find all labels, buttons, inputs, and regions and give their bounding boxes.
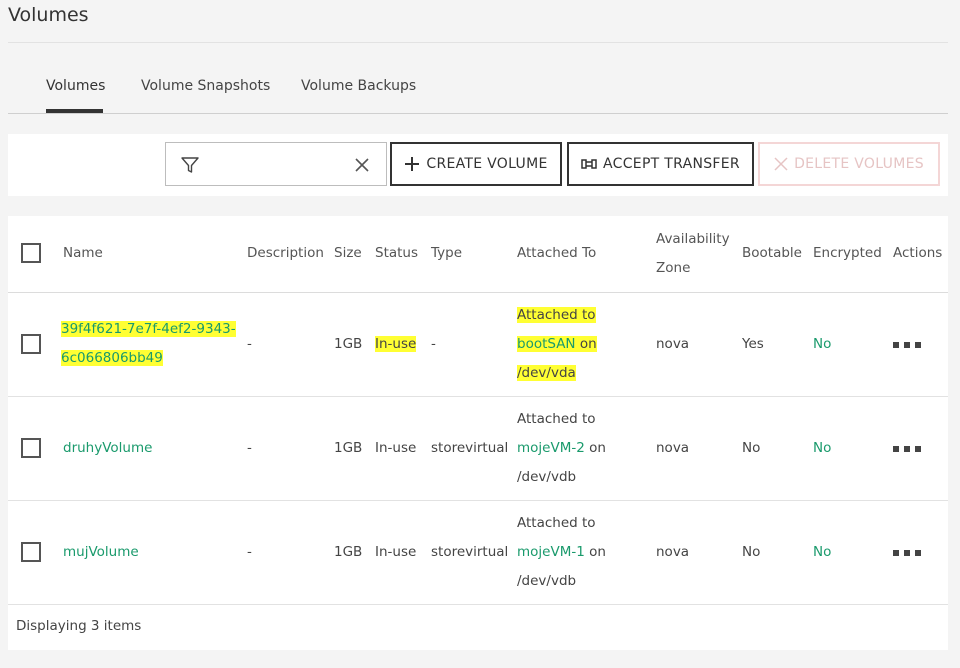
cell-size: 1GB xyxy=(334,335,363,352)
cell-type: - xyxy=(431,335,436,352)
attached-vm-link[interactable]: mojeVM-1 xyxy=(517,544,585,560)
cell-availability-zone: nova xyxy=(656,335,690,352)
table-row: druhyVolume - 1GB In-use storevirtual At… xyxy=(8,396,948,500)
header-bootable[interactable]: Bootable xyxy=(742,216,813,292)
header-name[interactable]: Name xyxy=(51,216,247,292)
header-encrypted[interactable]: Encrypted xyxy=(813,216,893,292)
tab-volumes[interactable]: Volumes xyxy=(46,78,105,94)
accept-transfer-label: ACCEPT TRANSFER xyxy=(603,156,740,172)
filter-icon xyxy=(181,157,199,173)
delete-volumes-button[interactable]: DELETE VOLUMES xyxy=(758,142,940,186)
cell-type: storevirtual xyxy=(431,543,509,560)
header-size[interactable]: Size xyxy=(334,216,375,292)
plus-icon xyxy=(405,157,420,171)
page-title: Volumes xyxy=(8,4,89,26)
attached-on: on xyxy=(575,335,597,352)
attached-vm-link[interactable]: bootSAN xyxy=(517,336,576,352)
cell-size: 1GB xyxy=(334,543,363,560)
header-availability-zone[interactable]: Availability Zone xyxy=(656,216,742,292)
cell-encrypted: No xyxy=(813,543,832,560)
search-box xyxy=(165,142,387,186)
cell-description: - xyxy=(247,543,252,560)
row-checkbox[interactable] xyxy=(21,541,41,562)
header-type[interactable]: Type xyxy=(431,216,517,292)
attached-device: /dev/vda xyxy=(517,364,576,381)
attached-device: /dev/vdb xyxy=(517,468,577,485)
cell-status: In-use xyxy=(375,543,417,560)
delete-volumes-label: DELETE VOLUMES xyxy=(794,156,924,172)
header-status[interactable]: Status xyxy=(375,216,431,292)
row-checkbox[interactable] xyxy=(21,437,41,458)
cell-type: storevirtual xyxy=(431,439,509,456)
volume-name-link[interactable]: 39f4f621-7e7f-4ef2-9343- 6c066806bb49 xyxy=(61,321,236,366)
item-count: Displaying 3 items xyxy=(16,618,142,634)
tab-volume-backups[interactable]: Volume Backups xyxy=(301,78,416,94)
cell-attached-to: Attached to mojeVM-1 on /dev/vdb xyxy=(517,500,656,604)
attached-vm-link[interactable]: mojeVM-2 xyxy=(517,440,585,456)
active-tab-indicator xyxy=(46,109,103,113)
delete-x-icon xyxy=(774,157,788,171)
cell-attached-to: Attached to mojeVM-2 on /dev/vdb xyxy=(517,396,656,500)
more-actions-icon[interactable] xyxy=(893,338,921,352)
attached-on: on xyxy=(584,439,606,456)
cell-status: In-use xyxy=(375,335,417,352)
attached-prefix: Attached to xyxy=(517,514,596,531)
attached-prefix: Attached to xyxy=(517,306,596,323)
volumes-table: Name Description Size Status Type Attach… xyxy=(8,216,948,650)
volume-name-link[interactable]: mujVolume xyxy=(63,544,139,560)
volume-name-line2: 6c066806bb49 xyxy=(61,350,163,366)
title-divider xyxy=(8,42,948,43)
table-header-row: Name Description Size Status Type Attach… xyxy=(8,216,948,292)
row-checkbox[interactable] xyxy=(21,333,41,354)
cell-availability-zone: nova xyxy=(656,439,690,456)
toolbar: CREATE VOLUME ACCEPT TRANSFER DELETE VOL… xyxy=(8,134,948,196)
create-volume-button[interactable]: CREATE VOLUME xyxy=(390,142,562,186)
table-row: 39f4f621-7e7f-4ef2-9343- 6c066806bb49 - … xyxy=(8,292,948,396)
search-input[interactable] xyxy=(210,153,340,177)
volume-name-link[interactable]: druhyVolume xyxy=(63,440,152,456)
transfer-icon xyxy=(581,159,597,169)
tab-bar: Volumes Volume Snapshots Volume Backups xyxy=(8,66,948,114)
volume-name-line1: 39f4f621-7e7f-4ef2-9343- xyxy=(61,321,236,337)
cell-availability-zone: nova xyxy=(656,543,690,560)
cell-attached-to: Attached to bootSAN on /dev/vda xyxy=(517,292,656,396)
attached-device: /dev/vdb xyxy=(517,572,577,589)
more-actions-icon[interactable] xyxy=(893,546,921,560)
accept-transfer-button[interactable]: ACCEPT TRANSFER xyxy=(567,142,754,186)
clear-icon[interactable] xyxy=(354,157,370,173)
select-all-checkbox[interactable] xyxy=(21,243,41,264)
cell-status: In-use xyxy=(375,439,417,456)
cell-encrypted: No xyxy=(813,335,832,352)
header-az-line2: Zone xyxy=(656,259,691,276)
cell-bootable: No xyxy=(742,439,761,456)
more-actions-icon[interactable] xyxy=(893,442,921,456)
header-az-line1: Availability xyxy=(656,230,730,247)
cell-size: 1GB xyxy=(334,439,363,456)
attached-on: on xyxy=(584,543,606,560)
cell-description: - xyxy=(247,335,252,352)
header-attached-to[interactable]: Attached To xyxy=(517,216,656,292)
table-row: mujVolume - 1GB In-use storevirtual Atta… xyxy=(8,500,948,604)
header-description[interactable]: Description xyxy=(247,216,334,292)
cell-encrypted: No xyxy=(813,439,832,456)
create-volume-label: CREATE VOLUME xyxy=(426,156,548,172)
header-actions: Actions xyxy=(893,245,943,262)
cell-bootable: Yes xyxy=(742,335,764,352)
tab-volume-snapshots[interactable]: Volume Snapshots xyxy=(141,78,270,94)
cell-bootable: No xyxy=(742,543,761,560)
attached-prefix: Attached to xyxy=(517,410,596,427)
cell-description: - xyxy=(247,439,252,456)
